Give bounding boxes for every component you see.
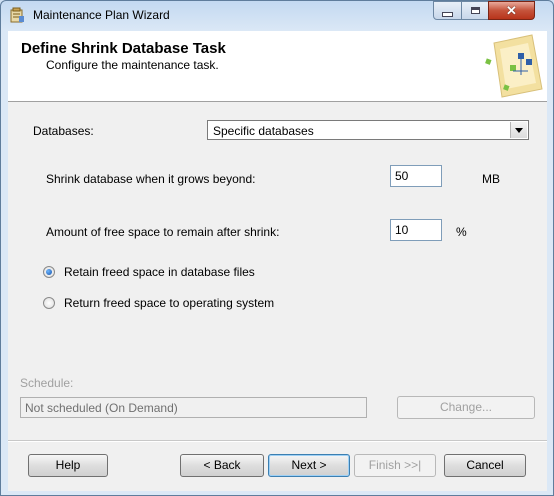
schedule-field: Not scheduled (On Demand) xyxy=(20,397,367,418)
databases-label: Databases: xyxy=(33,124,94,138)
shrink-threshold-input[interactable]: 50 xyxy=(390,165,442,187)
minimize-icon xyxy=(442,11,453,17)
wizard-app-icon xyxy=(10,7,24,23)
maximize-icon xyxy=(470,7,480,14)
next-button[interactable]: Next > xyxy=(268,454,350,477)
minimize-button[interactable] xyxy=(433,1,462,20)
page-title: Define Shrink Database Task xyxy=(21,40,226,57)
databases-selected-value: Specific databases xyxy=(213,124,314,138)
maximize-button[interactable] xyxy=(461,1,489,20)
wizard-header: Define Shrink Database Task Configure th… xyxy=(8,31,547,102)
chevron-down-icon[interactable] xyxy=(510,122,527,138)
page-subtitle: Configure the maintenance task. xyxy=(46,58,219,72)
close-icon: ✕ xyxy=(506,2,517,18)
change-schedule-button[interactable]: Change... xyxy=(397,396,535,419)
title-bar: Maintenance Plan Wizard ✕ xyxy=(1,1,553,31)
help-button[interactable]: Help xyxy=(28,454,108,477)
databases-dropdown[interactable]: Specific databases xyxy=(207,120,529,140)
finish-button[interactable]: Finish >>| xyxy=(354,454,436,477)
wizard-header-art-icon xyxy=(485,34,543,98)
shrink-threshold-unit: MB xyxy=(482,172,500,186)
return-space-radio[interactable] xyxy=(43,297,55,309)
retain-space-radio[interactable] xyxy=(43,266,55,278)
cancel-button[interactable]: Cancel xyxy=(444,454,526,477)
back-button[interactable]: < Back xyxy=(180,454,264,477)
window-title: Maintenance Plan Wizard xyxy=(33,8,170,22)
radio-selected-dot xyxy=(46,269,52,275)
close-button[interactable]: ✕ xyxy=(488,1,535,20)
shrink-threshold-label: Shrink database when it grows beyond: xyxy=(46,172,256,186)
free-space-unit: % xyxy=(456,225,467,239)
footer-divider xyxy=(8,440,547,442)
wizard-window: Maintenance Plan Wizard ✕ Define Shrink … xyxy=(0,0,554,496)
return-space-label[interactable]: Return freed space to operating system xyxy=(64,296,274,310)
retain-space-label[interactable]: Retain freed space in database files xyxy=(64,265,255,279)
wizard-client-area: Define Shrink Database Task Configure th… xyxy=(8,31,547,491)
free-space-label: Amount of free space to remain after shr… xyxy=(46,225,280,239)
free-space-input[interactable]: 10 xyxy=(390,219,442,241)
schedule-label: Schedule: xyxy=(20,376,74,390)
